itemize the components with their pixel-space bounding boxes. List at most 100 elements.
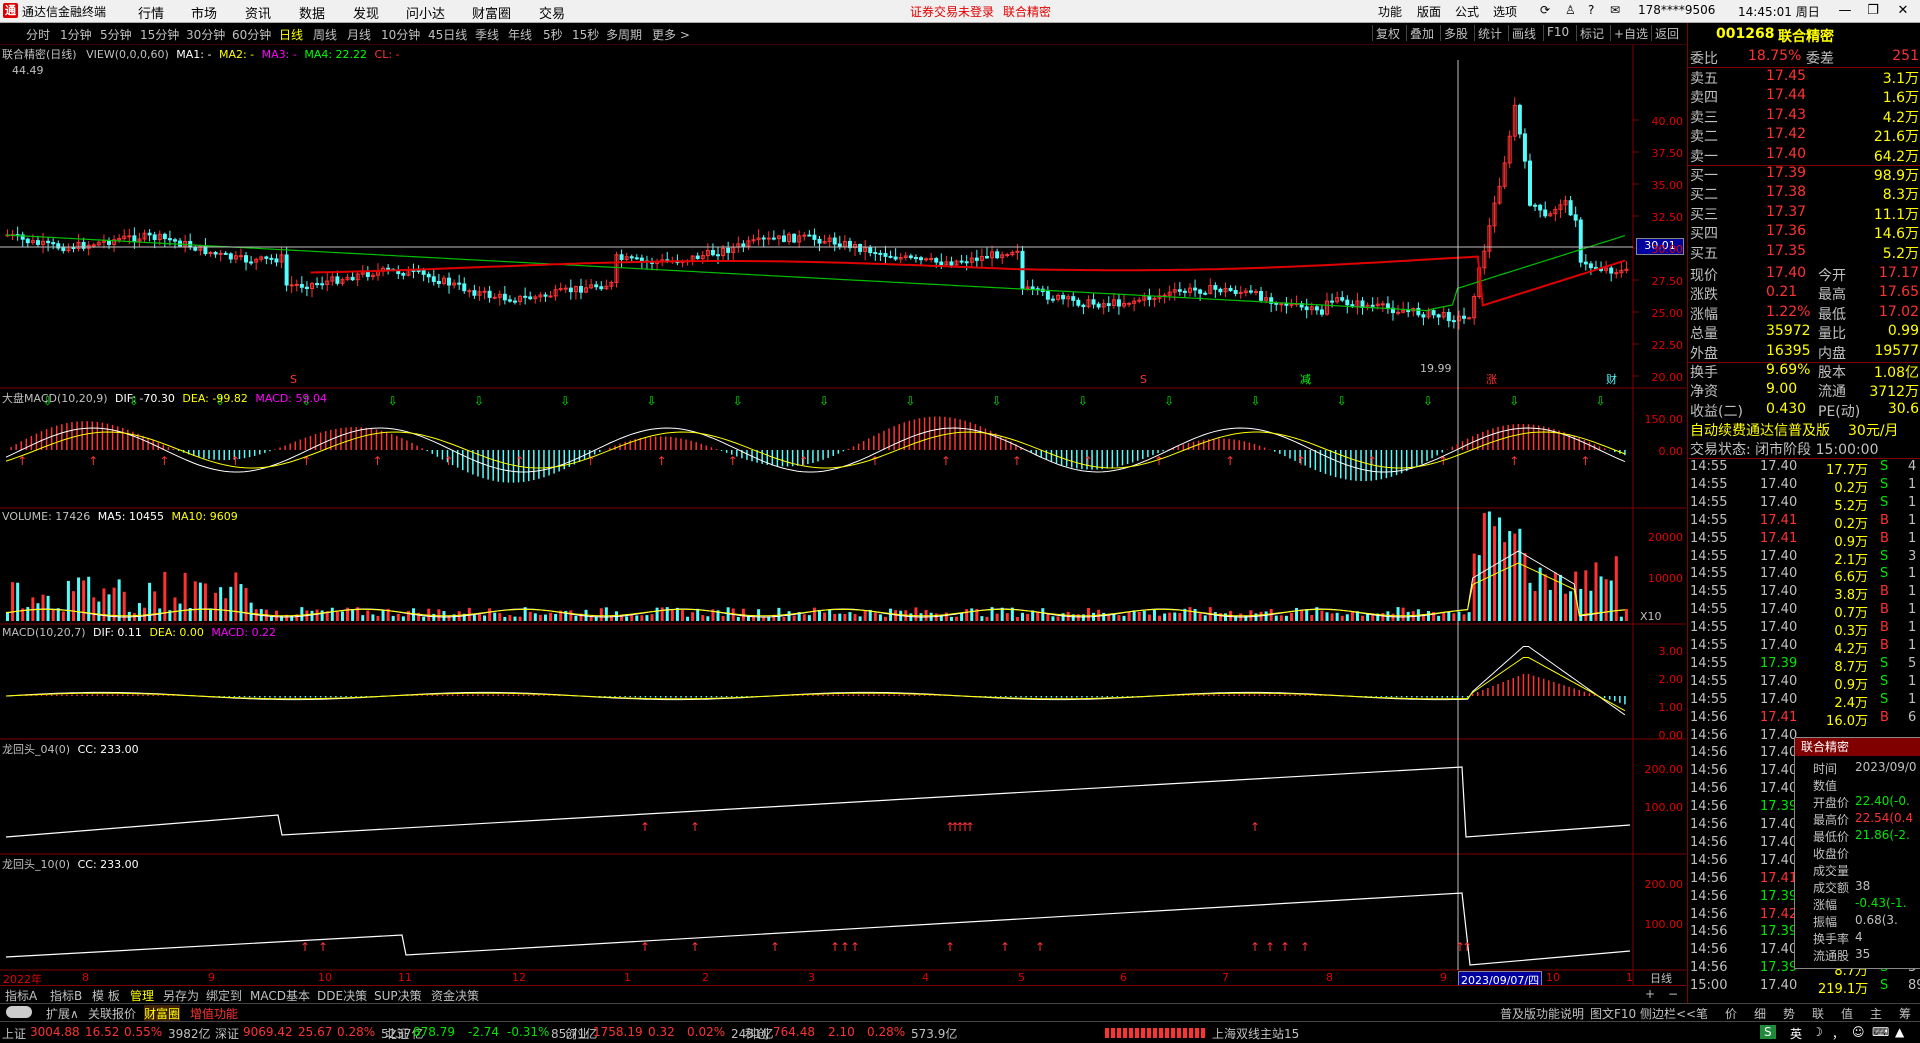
mail-icon[interactable]: ✉ bbox=[1610, 3, 1620, 17]
tick-row[interactable]: 14:55 17.41 0.2万 B 1 bbox=[1688, 513, 1920, 532]
tab-save-as[interactable]: 另存为 bbox=[163, 987, 199, 1004]
tongji-button[interactable]: 统计 bbox=[1474, 25, 1505, 41]
tab-macd-basic[interactable]: MACD基本 bbox=[250, 987, 310, 1004]
menu-shuju[interactable]: 数据 bbox=[299, 3, 325, 22]
rtab-shi[interactable]: 势 bbox=[1783, 1005, 1795, 1022]
tick-row[interactable]: 15:00 17.40 219.1万 S 89 bbox=[1688, 978, 1920, 997]
tick-row[interactable]: 14:55 17.40 6.6万 S 1 bbox=[1688, 566, 1920, 585]
orderbook-row[interactable]: 买四 17.36 14.6万 bbox=[1688, 223, 1920, 242]
status-index-name[interactable]: 北证 bbox=[385, 1025, 409, 1042]
tab-manage[interactable]: 管理 bbox=[130, 987, 154, 1004]
chart-area[interactable]: ↑⇩↑⇩↑⇩↑ ↑⇩↑⇩↑⇩↑⇩↑⇩↑ ↑⇩↑⇩↑⇩↑⇩↑⇩↑ ↑⇩↑⇩↑⇩↑⇩↑ ↑⇩… bbox=[0, 45, 1686, 985]
orderbook-row[interactable]: 卖二 17.42 21.6万 bbox=[1688, 126, 1920, 145]
zoom-in-icon[interactable]: + bbox=[1645, 987, 1655, 1001]
period-5min[interactable]: 5分钟 bbox=[100, 26, 132, 43]
tick-row[interactable]: 14:55 17.40 0.3万 B 1 bbox=[1688, 620, 1920, 639]
toggle-switch[interactable] bbox=[6, 1006, 32, 1018]
tick-row[interactable]: 14:56 17.41 16.0万 B 6 bbox=[1688, 710, 1920, 729]
period-60min[interactable]: 60分钟 bbox=[232, 26, 271, 43]
user-icon[interactable]: ♙ bbox=[1565, 3, 1576, 17]
tick-row[interactable]: 14:55 17.40 5.2万 S 1 bbox=[1688, 495, 1920, 514]
period-fenshi[interactable]: 分时 bbox=[26, 26, 50, 43]
period-year[interactable]: 年线 bbox=[508, 26, 532, 43]
rtab-zhi[interactable]: 值 bbox=[1841, 1005, 1853, 1022]
period-1min[interactable]: 1分钟 bbox=[60, 26, 92, 43]
expand-button[interactable]: 扩展∧ bbox=[46, 1005, 79, 1022]
menu-gongshi[interactable]: 公式 bbox=[1455, 3, 1479, 20]
orderbook-row[interactable]: 卖五 17.45 3.1万 bbox=[1688, 68, 1920, 87]
orderbook-row[interactable]: 买二 17.38 8.3万 bbox=[1688, 184, 1920, 203]
server-station[interactable]: 上海双线主站15 bbox=[1212, 1025, 1299, 1042]
status-index-name[interactable]: 创业 bbox=[565, 1025, 589, 1042]
tick-row[interactable]: 14:55 17.39 8.7万 S 5 bbox=[1688, 656, 1920, 675]
fuquan-button[interactable]: 复权 bbox=[1372, 25, 1403, 41]
rtab-zhu[interactable]: 主 bbox=[1870, 1005, 1882, 1022]
moon-icon[interactable]: ☽ bbox=[1812, 1025, 1823, 1039]
promo-text[interactable]: 自动续费通达信普及版 bbox=[1690, 420, 1830, 440]
restore-icon[interactable]: ❐ bbox=[1860, 1, 1886, 21]
promo-row[interactable]: 自动续费通达信普及版 30元/月 bbox=[1688, 420, 1920, 439]
tab-sup[interactable]: SUP决策 bbox=[374, 987, 422, 1004]
menu-gongneng[interactable]: 功能 bbox=[1378, 3, 1402, 20]
tick-row[interactable]: 14:55 17.41 0.9万 B 1 bbox=[1688, 531, 1920, 550]
related-quote-button[interactable]: 关联报价 bbox=[88, 1005, 136, 1022]
tick-row[interactable]: 14:55 17.40 4.2万 B 1 bbox=[1688, 638, 1920, 657]
tick-row[interactable]: 14:55 17.40 17.7万 S 4 bbox=[1688, 459, 1920, 478]
period-45day[interactable]: 45日线 bbox=[428, 26, 467, 43]
menu-caifuquan[interactable]: 财富圈 bbox=[472, 3, 511, 22]
period-15sec[interactable]: 15秒 bbox=[572, 26, 599, 43]
menu-wenxiaoda[interactable]: 问小达 bbox=[406, 3, 445, 22]
rtab-jia[interactable]: 价 bbox=[1725, 1005, 1737, 1022]
status-index-name[interactable]: 科创 bbox=[745, 1025, 769, 1042]
tab-bind-to[interactable]: 绑定到 bbox=[206, 987, 242, 1004]
caifuquan-button[interactable]: 财富圈 bbox=[144, 1005, 181, 1022]
emoji-icon[interactable]: ☺ bbox=[1852, 1025, 1865, 1039]
add-favorite-button[interactable]: +自选 bbox=[1610, 25, 1651, 41]
tab-indicator-a[interactable]: 指标A bbox=[5, 987, 37, 1004]
orderbook-row[interactable]: 买三 17.37 11.1万 bbox=[1688, 204, 1920, 223]
tick-row[interactable]: 14:55 17.40 0.7万 B 1 bbox=[1688, 602, 1920, 621]
rtab-xi[interactable]: 细 bbox=[1754, 1005, 1766, 1022]
menu-hangqing[interactable]: 行情 bbox=[138, 3, 164, 22]
orderbook-row[interactable]: 卖三 17.43 4.2万 bbox=[1688, 107, 1920, 126]
tab-indicator-b[interactable]: 指标B bbox=[50, 987, 82, 1004]
f10-link[interactable]: 图文F10 bbox=[1590, 1005, 1636, 1022]
orderbook-row[interactable]: 买五 17.35 5.2万 bbox=[1688, 243, 1920, 262]
sidebar-toggle[interactable]: 侧边栏<< bbox=[1640, 1005, 1696, 1022]
period-more[interactable]: 更多 > bbox=[652, 26, 690, 43]
duogu-button[interactable]: 多股 bbox=[1440, 25, 1471, 41]
period-multi[interactable]: 多周期 bbox=[606, 26, 642, 43]
status-index-name[interactable]: 上证 bbox=[2, 1025, 26, 1042]
login-notice[interactable]: 证券交易未登录 bbox=[910, 3, 994, 20]
period-5sec[interactable]: 5秒 bbox=[543, 26, 563, 43]
edition-info-link[interactable]: 普及版功能说明 bbox=[1500, 1005, 1584, 1022]
orderbook-row[interactable]: 买一 17.39 98.9万 bbox=[1688, 165, 1920, 184]
diejia-button[interactable]: 叠加 bbox=[1406, 25, 1437, 41]
zoom-out-icon[interactable]: − bbox=[1668, 987, 1678, 1001]
menu-zixun[interactable]: 资讯 bbox=[245, 3, 271, 22]
tick-row[interactable]: 14:55 17.40 2.4万 S 1 bbox=[1688, 692, 1920, 711]
rtab-chou[interactable]: 筹 bbox=[1899, 1005, 1911, 1022]
orderbook-row[interactable]: 卖一 17.40 64.2万 bbox=[1688, 146, 1920, 166]
tick-row[interactable]: 14:55 17.40 0.9万 S 1 bbox=[1688, 674, 1920, 693]
promo-price[interactable]: 30元/月 bbox=[1848, 420, 1899, 440]
tick-row[interactable]: 14:55 17.40 3.8万 B 1 bbox=[1688, 584, 1920, 603]
close-icon[interactable]: ✕ bbox=[1890, 1, 1916, 21]
tab-dde[interactable]: DDE决策 bbox=[317, 987, 367, 1004]
menu-faxian[interactable]: 发现 bbox=[353, 3, 379, 22]
menu-xuanxiang[interactable]: 选项 bbox=[1493, 3, 1517, 20]
period-30min[interactable]: 30分钟 bbox=[186, 26, 225, 43]
period-daily[interactable]: 日线 bbox=[279, 26, 303, 43]
rtab-bi[interactable]: 笔 bbox=[1696, 1005, 1708, 1022]
status-index-name[interactable]: 深证 bbox=[215, 1025, 239, 1042]
keyboard-icon[interactable]: ⌨ bbox=[1872, 1025, 1889, 1039]
rtab-lian[interactable]: 联 bbox=[1812, 1005, 1824, 1022]
tick-row[interactable]: 14:55 17.40 0.2万 S 1 bbox=[1688, 477, 1920, 496]
huaxian-button[interactable]: 画线 bbox=[1508, 25, 1539, 41]
tick-row[interactable]: 14:55 17.40 2.1万 S 3 bbox=[1688, 549, 1920, 568]
user-account[interactable]: 178****9506 bbox=[1638, 3, 1715, 17]
menu-banmian[interactable]: 版面 bbox=[1417, 3, 1441, 20]
menu-jiaoyi[interactable]: 交易 bbox=[539, 3, 565, 22]
refresh-icon[interactable]: ⟳ bbox=[1540, 3, 1550, 17]
tab-template[interactable]: 模 板 bbox=[92, 987, 120, 1004]
